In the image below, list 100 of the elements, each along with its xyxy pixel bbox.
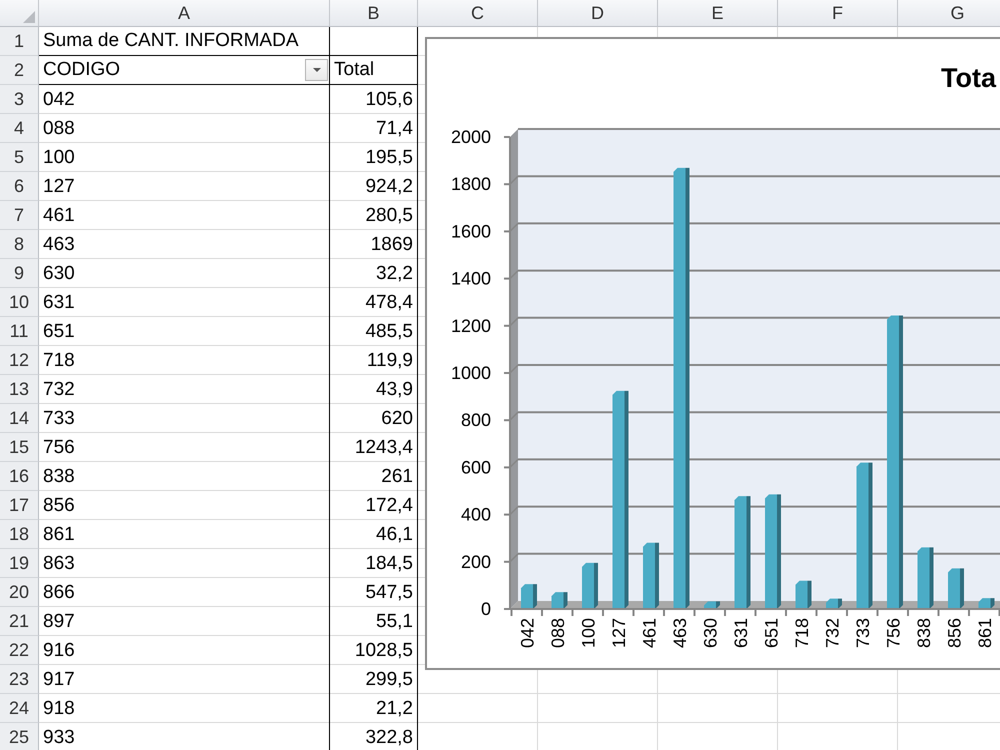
axis-label: 200 bbox=[460, 552, 491, 572]
chart-bar bbox=[704, 601, 720, 609]
table-cell: 1243,4 bbox=[330, 433, 418, 462]
row-header[interactable]: 19 bbox=[0, 549, 39, 578]
axis-label: 400 bbox=[460, 504, 491, 525]
row-header[interactable]: 23 bbox=[0, 665, 39, 694]
chart-title: Tota bbox=[941, 63, 996, 93]
table-cell: 43,9 bbox=[330, 375, 418, 404]
table-cell: 21,2 bbox=[330, 694, 418, 723]
row-header[interactable]: 14 bbox=[0, 404, 39, 433]
row-header[interactable]: 5 bbox=[0, 143, 39, 172]
row-header[interactable]: 18 bbox=[0, 520, 39, 549]
row-header[interactable]: 8 bbox=[0, 230, 39, 259]
table-cell: 184,5 bbox=[330, 549, 418, 578]
row-header[interactable]: 10 bbox=[0, 288, 39, 317]
table-cell: 042 bbox=[39, 85, 330, 114]
axis-label: 1800 bbox=[450, 174, 491, 194]
axis-label: 756 bbox=[883, 618, 904, 648]
axis-label: 1200 bbox=[450, 316, 491, 336]
axis-label: 651 bbox=[761, 618, 782, 648]
axis-label: 100 bbox=[578, 618, 598, 648]
row-header[interactable]: 22 bbox=[0, 636, 39, 665]
table-cell: 732 bbox=[39, 375, 330, 404]
table-cell: 916 bbox=[39, 636, 330, 665]
table-cell: 924,2 bbox=[330, 172, 418, 201]
chart-bar bbox=[948, 568, 964, 609]
table-cell: 71,4 bbox=[330, 114, 418, 143]
table-cell: 838 bbox=[39, 462, 330, 491]
row-header[interactable]: 6 bbox=[0, 172, 39, 201]
table-cell: 299,5 bbox=[330, 665, 418, 694]
table-cell: 547,5 bbox=[330, 578, 418, 607]
table-cell: 485,5 bbox=[330, 317, 418, 346]
axis-label: 733 bbox=[852, 618, 873, 648]
row-header[interactable]: 11 bbox=[0, 317, 39, 346]
row-header[interactable]: 17 bbox=[0, 491, 39, 520]
row-header[interactable]: 25 bbox=[0, 723, 39, 750]
table-cell: 195,5 bbox=[330, 143, 418, 172]
row-header[interactable]: 15 bbox=[0, 433, 39, 462]
table-cell: 861 bbox=[39, 520, 330, 549]
table-cell: 461 bbox=[39, 201, 330, 230]
table-cell: 631 bbox=[39, 288, 330, 317]
row-header[interactable]: 1 bbox=[0, 27, 39, 56]
axis-label: 042 bbox=[517, 618, 538, 648]
table-cell: 917 bbox=[39, 665, 330, 694]
axis-label: 718 bbox=[792, 618, 812, 648]
table-cell: 620 bbox=[330, 404, 418, 433]
column-header[interactable]: D bbox=[538, 0, 658, 27]
table-cell: 733 bbox=[39, 404, 330, 433]
row-header[interactable]: 2 bbox=[0, 56, 39, 85]
row-header[interactable]: 20 bbox=[0, 578, 39, 607]
table-cell: 866 bbox=[39, 578, 330, 607]
table-cell: 1028,5 bbox=[330, 636, 418, 665]
chart-bar bbox=[643, 542, 659, 609]
column-header[interactable]: E bbox=[658, 0, 778, 27]
axis-label: 838 bbox=[914, 618, 934, 648]
table-cell: 105,6 bbox=[330, 85, 418, 114]
axis-label: 630 bbox=[700, 618, 720, 648]
column-header[interactable]: C bbox=[418, 0, 538, 27]
table-cell: 463 bbox=[39, 230, 330, 259]
row-header[interactable]: 7 bbox=[0, 201, 39, 230]
table-cell: 32,2 bbox=[330, 259, 418, 288]
table-cell: 088 bbox=[39, 114, 330, 143]
table-cell: 1869 bbox=[330, 230, 418, 259]
column-header[interactable]: B bbox=[330, 0, 418, 27]
row-header[interactable]: 3 bbox=[0, 85, 39, 114]
row-header[interactable]: 21 bbox=[0, 607, 39, 636]
table-cell: 756 bbox=[39, 433, 330, 462]
row-header[interactable]: 9 bbox=[0, 259, 39, 288]
chart-bar bbox=[796, 580, 812, 609]
row-header[interactable]: 16 bbox=[0, 462, 39, 491]
axis-label: 631 bbox=[730, 618, 751, 648]
table-cell: 897 bbox=[39, 607, 330, 636]
row-header[interactable]: 4 bbox=[0, 114, 39, 143]
axis-label: 0 bbox=[480, 599, 491, 619]
axis-label: 856 bbox=[944, 618, 964, 648]
table-cell: 55,1 bbox=[330, 607, 418, 636]
table-cell: 918 bbox=[39, 694, 330, 723]
row-header[interactable]: 12 bbox=[0, 346, 39, 375]
table-cell: 261 bbox=[330, 462, 418, 491]
chart-bar bbox=[582, 562, 598, 609]
axis-label: 461 bbox=[639, 618, 660, 648]
axis-label: 1400 bbox=[450, 268, 491, 289]
chart-area[interactable]: Tota 0 200 400 600 800 1000 1200 1400 1600 1800 2000 042 088 100 127 461 463 630 631 651 718 732 733 756 838 856 861 bbox=[425, 37, 1000, 670]
axis-label: 1600 bbox=[450, 221, 491, 242]
axis-label: 861 bbox=[974, 618, 995, 648]
row-header[interactable]: 24 bbox=[0, 694, 39, 723]
column-header[interactable]: F bbox=[778, 0, 898, 27]
table-cell: 119,9 bbox=[330, 346, 418, 375]
column-header[interactable]: G bbox=[898, 0, 1000, 27]
filter-button[interactable] bbox=[305, 59, 328, 81]
table-cell: 172,4 bbox=[330, 491, 418, 520]
axis-label: 463 bbox=[670, 618, 690, 648]
column-header[interactable]: A bbox=[39, 0, 330, 27]
table-cell: 856 bbox=[39, 491, 330, 520]
table-cell: 127 bbox=[39, 172, 330, 201]
caret-icon bbox=[312, 68, 320, 72]
row-header[interactable]: 13 bbox=[0, 375, 39, 404]
table-cell: 280,5 bbox=[330, 201, 418, 230]
axis-label: 600 bbox=[460, 457, 491, 478]
triangle-icon bbox=[23, 11, 35, 23]
